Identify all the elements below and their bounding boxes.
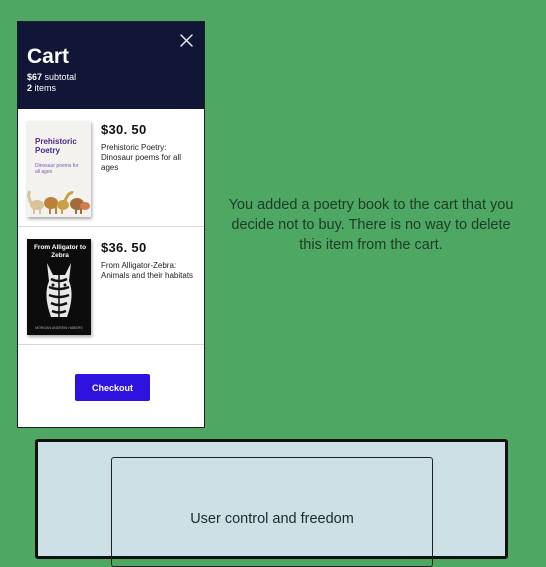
dinosaur-figures-icon	[27, 190, 90, 214]
cart-item: Prehistoric Poetry Dinosaur poems for al…	[18, 109, 204, 227]
item-price: $36. 50	[101, 240, 147, 255]
heuristic-principle: User control and freedom	[190, 511, 354, 527]
checkout-button[interactable]: Checkout	[75, 374, 150, 401]
items-count: 2	[27, 83, 33, 93]
cart-panel: Cart $67 subtotal 2 items Prehistoric Po…	[17, 21, 205, 428]
items-label: items	[34, 83, 57, 93]
heuristic-inner-box: User control and freedom	[111, 457, 433, 567]
cover-title: Prehistoric Poetry	[35, 137, 77, 155]
cart-title: Cart	[27, 45, 70, 68]
item-description: From Alligator-Zebra: Animals and their …	[101, 261, 194, 280]
cover-subtitle: Dinosaur poems for all ages	[35, 163, 79, 175]
book-cover-prehistoric-poetry: Prehistoric Poetry Dinosaur poems for al…	[27, 121, 91, 217]
items-count-line: 2 items	[27, 83, 76, 94]
subtotal-value: $67	[27, 72, 43, 82]
heuristic-card: User control and freedom	[35, 439, 508, 567]
cover-author: MORGAN ANDREW HABERS	[35, 326, 83, 330]
book-cover-alligator-to-zebra: From Alligator to Zebra MORGAN ANDREW HA…	[27, 239, 91, 335]
item-description: Prehistoric Poetry: Dinosaur poems for a…	[101, 143, 182, 172]
close-icon[interactable]	[179, 33, 194, 48]
cover-title: From Alligator to Zebra	[33, 244, 87, 259]
subtotal-label: subtotal	[44, 72, 77, 82]
cart-item: From Alligator to Zebra MORGAN ANDREW HA…	[18, 227, 204, 345]
cart-summary: $67 subtotal 2 items	[27, 72, 76, 94]
zebra-head-icon	[46, 263, 72, 317]
scenario-caption: You added a poetry book to the cart that…	[228, 197, 514, 253]
item-price: $30. 50	[101, 122, 147, 137]
subtotal-line: $67 subtotal	[27, 72, 76, 83]
cart-header: Cart $67 subtotal 2 items	[18, 22, 204, 109]
